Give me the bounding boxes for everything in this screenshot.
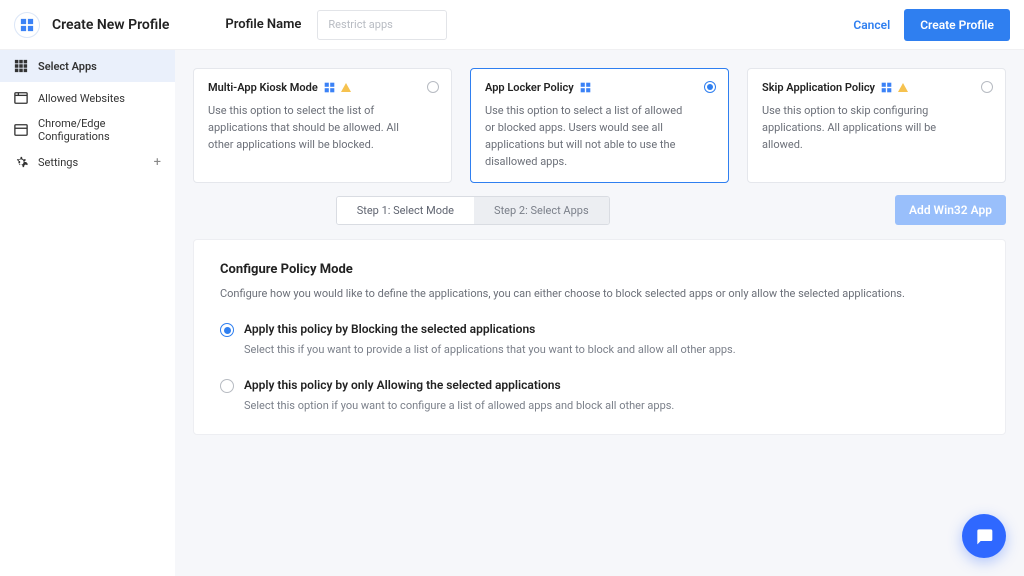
sidebar-item-select-apps[interactable]: Select Apps — [0, 50, 175, 82]
windows-icon — [580, 82, 591, 93]
policy-option-block[interactable]: Apply this policy by Blocking the select… — [220, 322, 979, 337]
profile-name-input[interactable] — [317, 10, 447, 40]
policy-option-allow[interactable]: Apply this policy by only Allowing the s… — [220, 378, 979, 393]
create-profile-button[interactable]: Create Profile — [904, 9, 1010, 41]
tab-step-1[interactable]: Step 1: Select Mode — [337, 197, 474, 224]
profile-name-group: Profile Name — [225, 10, 447, 40]
sidebar-item-label: Select Apps — [38, 60, 97, 73]
profile-name-label: Profile Name — [225, 17, 301, 32]
layout: Select Apps Allowed Websites Chrome/Edge… — [0, 50, 1024, 576]
chat-fab[interactable] — [962, 514, 1006, 558]
mode-cards-row: Multi-App Kiosk Mode Use this option to … — [193, 68, 1006, 183]
steps-right: Add Win32 App — [895, 195, 1006, 225]
option-help: Select this option if you want to config… — [244, 399, 979, 412]
sidebar-item-settings[interactable]: Settings + — [0, 146, 175, 178]
card-title: App Locker Policy — [485, 81, 694, 94]
card-title-text: Multi-App Kiosk Mode — [208, 81, 318, 94]
card-title-text: Skip Application Policy — [762, 81, 875, 94]
sidebar-item-chrome-edge[interactable]: Chrome/Edge Configurations — [0, 114, 175, 146]
steps-row: Step 1: Select Mode Step 2: Select Apps … — [193, 195, 1006, 225]
radio-icon[interactable] — [427, 81, 439, 93]
radio-icon[interactable] — [220, 379, 234, 393]
gear-icon — [14, 155, 28, 169]
radio-icon[interactable] — [981, 81, 993, 93]
option-label: Apply this policy by only Allowing the s… — [244, 378, 561, 392]
topbar-actions: Cancel Create Profile — [853, 9, 1010, 41]
cancel-button[interactable]: Cancel — [853, 18, 890, 32]
main-content: Multi-App Kiosk Mode Use this option to … — [175, 50, 1024, 576]
steps-tabs: Step 1: Select Mode Step 2: Select Apps — [336, 196, 610, 225]
add-win32-app-button[interactable]: Add Win32 App — [895, 195, 1006, 225]
triangle-icon — [341, 83, 351, 92]
triangle-icon — [898, 83, 908, 92]
browser-icon — [14, 91, 28, 105]
radio-icon[interactable] — [704, 81, 716, 93]
topbar: Create New Profile Profile Name Cancel C… — [0, 0, 1024, 50]
windows-logo-icon — [14, 12, 40, 38]
card-description: Use this option to skip configuring appl… — [762, 102, 971, 153]
page-title: Create New Profile — [52, 17, 169, 33]
card-title: Skip Application Policy — [762, 81, 971, 94]
mode-card-skip[interactable]: Skip Application Policy Use this option … — [747, 68, 1006, 183]
card-title-text: App Locker Policy — [485, 81, 574, 94]
sidebar-item-label: Chrome/Edge Configurations — [38, 117, 161, 143]
mode-card-app-locker[interactable]: App Locker Policy Use this option to sel… — [470, 68, 729, 183]
card-description: Use this option to select the list of ap… — [208, 102, 417, 153]
sidebar-item-allowed-websites[interactable]: Allowed Websites — [0, 82, 175, 114]
chat-icon — [974, 526, 994, 546]
panel-title: Configure Policy Mode — [220, 262, 979, 277]
option-label: Apply this policy by Blocking the select… — [244, 322, 535, 336]
tab-step-2[interactable]: Step 2: Select Apps — [474, 197, 609, 224]
card-title: Multi-App Kiosk Mode — [208, 81, 417, 94]
plus-icon[interactable]: + — [154, 155, 161, 170]
card-description: Use this option to select a list of allo… — [485, 102, 694, 170]
sidebar-item-label: Allowed Websites — [38, 92, 125, 105]
windows-icon — [881, 82, 892, 93]
radio-icon[interactable] — [220, 323, 234, 337]
sidebar-item-label: Settings — [38, 156, 78, 169]
mode-card-multi-app[interactable]: Multi-App Kiosk Mode Use this option to … — [193, 68, 452, 183]
option-help: Select this if you want to provide a lis… — [244, 343, 979, 356]
grid-icon — [14, 59, 28, 73]
window-icon — [14, 123, 28, 137]
panel-subtitle: Configure how you would like to define t… — [220, 287, 979, 300]
windows-icon — [324, 82, 335, 93]
sidebar: Select Apps Allowed Websites Chrome/Edge… — [0, 50, 175, 576]
configure-panel: Configure Policy Mode Configure how you … — [193, 239, 1006, 435]
